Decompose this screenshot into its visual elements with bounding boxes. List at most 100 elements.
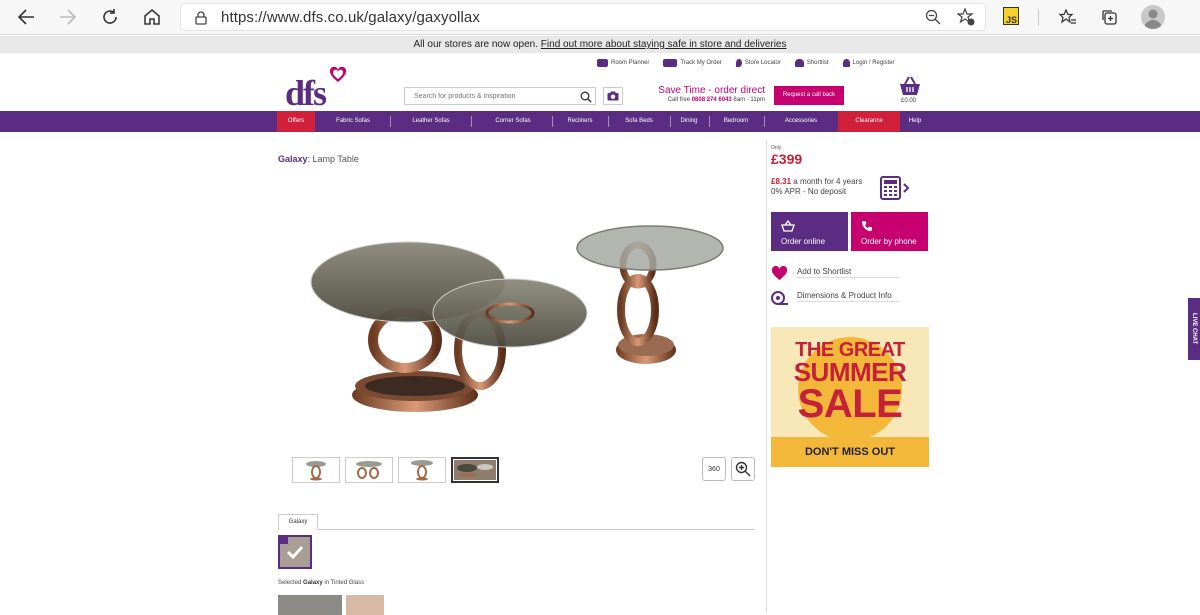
nav-sofa-beds[interactable]: Sofa Beds <box>616 111 662 132</box>
address-bar[interactable]: https://www.dfs.co.uk/galaxy/gaxyollax <box>180 3 986 31</box>
arrow-left-icon <box>17 9 34 25</box>
product-title: Galaxy: Lamp Table <box>278 154 359 164</box>
nav-bedroom[interactable]: Bedroom <box>716 111 756 132</box>
promo-phone-number[interactable]: 0808 274 6043 <box>692 97 732 103</box>
store-notice-bar: All our stores are now open. Find out mo… <box>0 36 1200 53</box>
shortlist-label: Add to Shortlist <box>797 267 900 278</box>
nav-divider <box>670 116 671 127</box>
tinted-glass-swatch[interactable] <box>278 535 312 569</box>
nav-recliners[interactable]: Recliners <box>558 111 602 132</box>
dfs-logo[interactable]: dfs <box>285 67 355 113</box>
order-online-label: Order online <box>781 237 826 246</box>
store-locator-link[interactable]: Store Locator <box>735 57 781 69</box>
promo-phone-line: Call free 0808 274 6043 8am - 11pm <box>640 96 765 105</box>
nav-clearance[interactable]: Clearance <box>838 111 900 132</box>
nav-leather-sofas[interactable]: Leather Sofas <box>400 111 462 132</box>
nav-corner-sofas[interactable]: Corner Sofas <box>482 111 544 132</box>
thumbnail-image <box>411 460 433 481</box>
phone-icon <box>861 221 872 232</box>
column-divider <box>766 140 767 613</box>
material-swatch[interactable] <box>346 595 384 615</box>
gallery-thumbnail-selected[interactable] <box>451 457 499 483</box>
material-swatch[interactable] <box>278 595 342 615</box>
logo-heart-icon <box>329 67 347 82</box>
promo-call-text: Call free <box>667 97 691 103</box>
search-button[interactable] <box>580 90 592 103</box>
product-name: : Lamp Table <box>307 154 359 164</box>
room-planner-link[interactable]: Room Planner <box>597 57 649 69</box>
dimensions-link[interactable]: Dimensions & Product Info <box>771 290 900 306</box>
home-icon <box>144 9 160 25</box>
order-online-button[interactable]: Order online <box>771 212 848 251</box>
back-button[interactable] <box>13 5 39 29</box>
selected-range: Galaxy <box>303 580 323 586</box>
collections-button[interactable] <box>1097 5 1121 29</box>
camera-icon <box>607 91 619 101</box>
selected-suffix: in Tinted Glass <box>324 580 365 586</box>
dimensions-label: Dimensions & Product Info <box>797 291 900 302</box>
gallery-thumbnail[interactable] <box>345 457 393 483</box>
favorite-button[interactable] <box>954 5 978 29</box>
zoom-in-icon <box>735 461 751 477</box>
notice-text: All our stores are now open. <box>413 39 539 50</box>
collections-icon <box>1102 10 1117 25</box>
sale-cta[interactable]: DON'T MISS OUT <box>771 437 929 467</box>
thumbnail-image <box>454 460 496 480</box>
gallery-thumbnail[interactable] <box>292 457 340 483</box>
favorites-button[interactable] <box>1056 5 1080 29</box>
nav-offers[interactable]: Offers <box>277 111 315 132</box>
add-to-shortlist-link[interactable]: Add to Shortlist <box>771 266 900 281</box>
nav-dining[interactable]: Dining <box>674 111 704 132</box>
view-360-button[interactable]: 360 <box>702 457 726 481</box>
nav-help[interactable]: Help <box>902 111 928 132</box>
checkmark-icon <box>286 545 304 559</box>
calculator-icon <box>880 176 910 200</box>
finance-calculator-button[interactable] <box>879 175 911 201</box>
nav-accessories[interactable]: Accessories <box>770 111 832 132</box>
notice-link[interactable]: Find out more about staying safe in stor… <box>541 39 787 50</box>
order-direct-promo: Save Time - order direct Call free 0808 … <box>640 85 765 105</box>
user-icon <box>842 59 850 67</box>
profile-avatar[interactable] <box>1141 5 1165 29</box>
utility-links: Room Planner Track My Order Store Locato… <box>597 57 895 69</box>
main-navigation: Offers Fabric Sofas Leather Sofas Corner… <box>0 111 1200 132</box>
view-360-icon: 360 <box>708 465 720 473</box>
live-chat-tab[interactable]: LIVE CHAT <box>1188 298 1200 360</box>
product-range: Galaxy <box>278 154 308 164</box>
toolbar-divider <box>1038 9 1039 26</box>
shortlist-link[interactable]: Shortlist <box>794 57 829 69</box>
track-order-link[interactable]: Track My Order <box>663 57 722 69</box>
thumbnail-image <box>356 461 382 479</box>
js-extension-icon[interactable]: JS <box>1003 7 1019 25</box>
search-icon <box>580 91 592 103</box>
zoom-button[interactable] <box>921 5 945 29</box>
favorites-list-icon <box>1059 8 1076 24</box>
basket-icon <box>781 219 795 232</box>
forward-button[interactable] <box>55 5 81 29</box>
order-by-phone-button[interactable]: Order by phone <box>851 212 928 251</box>
login-link[interactable]: Login / Register <box>842 57 895 69</box>
search-input[interactable] <box>405 88 575 104</box>
order-by-phone-label: Order by phone <box>861 237 917 246</box>
nav-divider <box>764 116 765 127</box>
camera-icon <box>280 537 288 544</box>
request-callback-button[interactable]: Request a call back <box>774 86 844 105</box>
nav-fabric-sofas[interactable]: Fabric Sofas <box>322 111 384 132</box>
home-button[interactable] <box>139 5 165 29</box>
zoom-image-button[interactable] <box>731 457 755 481</box>
sale-line-2: SUMMER <box>793 357 907 387</box>
extension-label: JS <box>1005 15 1017 25</box>
tab-galaxy[interactable]: Galaxy <box>278 514 318 530</box>
nav-divider <box>390 116 391 127</box>
finance-apr: 0% APR - No deposit <box>771 187 847 196</box>
product-image <box>310 225 724 412</box>
basket-button[interactable]: £0.00 <box>897 76 923 106</box>
logo-text: dfs <box>285 73 327 113</box>
reload-button[interactable] <box>97 5 123 29</box>
truck-icon <box>663 59 678 67</box>
summer-sale-banner[interactable]: THE GREAT SUMMER SALE DON'T MISS OUT <box>771 327 929 467</box>
finance-monthly: £8.31 a month for 4 years <box>771 177 862 186</box>
visual-search-button[interactable] <box>603 87 623 105</box>
gallery-thumbnail[interactable] <box>398 457 446 483</box>
room-planner-label: Room Planner <box>611 60 650 66</box>
